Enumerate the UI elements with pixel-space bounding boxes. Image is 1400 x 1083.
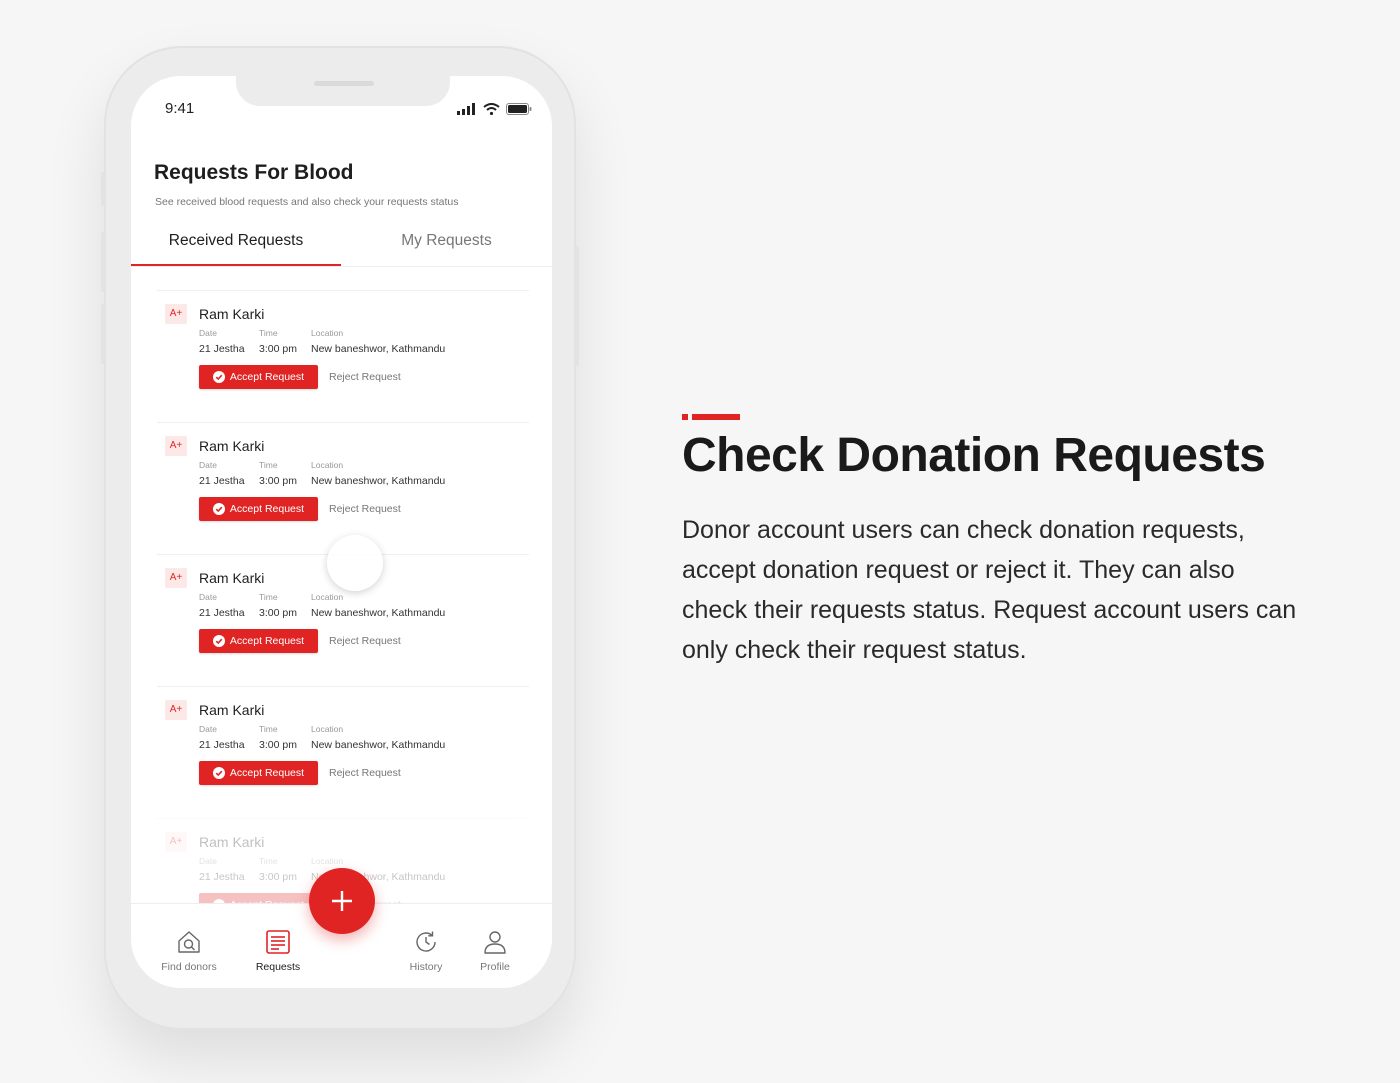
blood-group-badge: A+ [165,436,187,456]
reject-request-button[interactable]: Reject Request [329,629,401,653]
date-value: 21 Jestha [199,343,245,355]
nav-label: Requests [255,961,301,973]
request-tabs: Received Requests My Requests [131,226,552,267]
location-label: Location [311,856,344,866]
check-circle-icon [212,635,225,647]
location-value: New baneshwor, Kathmandu [311,607,446,619]
accent-bar [692,414,740,420]
time-value: 3:00 pm [259,607,297,619]
time-label: Time [259,328,278,338]
signal-icon [457,103,475,115]
location-value: New baneshwor, Kathmandu [311,343,446,355]
tab-my-requests[interactable]: My Requests [341,226,552,264]
phone-volume-up [101,232,105,292]
battery-icon [506,103,532,115]
request-card: A+ Ram Karki Date Time Location 21 Jesth… [157,686,529,818]
date-value: 21 Jestha [199,607,245,619]
accept-request-label: Accept Request [229,371,305,383]
reject-request-button[interactable]: Reject Request [329,365,401,389]
accept-request-button[interactable]: Accept Request [199,497,318,521]
time-value: 3:00 pm [259,475,297,487]
date-label: Date [199,328,217,338]
phone-power-button [575,246,579,366]
nav-label: Profile [480,961,510,973]
blood-group-badge: A+ [165,832,187,852]
wifi-icon [483,103,500,115]
time-label: Time [259,460,278,470]
accept-request-label: Accept Request [229,635,305,647]
requester-name: Ram Karki [199,306,265,322]
plus-icon [332,891,352,911]
tab-received-requests[interactable]: Received Requests [131,226,341,266]
accept-request-button[interactable]: Accept Request [199,761,318,785]
accept-request-label: Accept Request [229,767,305,779]
location-value: New baneshwor, Kathmandu [311,739,446,751]
accept-request-label: Accept Request [229,503,305,515]
location-label: Location [311,460,344,470]
promo-description: Donor account users can check donation r… [682,516,1297,664]
location-label: Location [311,328,344,338]
date-label: Date [199,592,217,602]
nav-label: Find donors [161,961,217,973]
status-icons [457,103,532,115]
time-value: 3:00 pm [259,871,297,883]
time-label: Time [259,724,278,734]
phone-mockup: 9:41 Requests For Blood See received blo… [101,46,579,1030]
accept-request-button[interactable]: Accept Request [199,365,318,389]
phone-notch [236,76,450,106]
accent-dot [682,414,688,420]
time-value: 3:00 pm [259,343,297,355]
time-label: Time [259,856,278,866]
status-time: 9:41 [165,100,195,117]
location-label: Location [311,724,344,734]
accept-request-button[interactable]: Accept Request [199,629,318,653]
request-card: A+ Ram Karki Date Time Location 21 Jesth… [157,290,529,422]
check-circle-icon [212,767,225,779]
speaker-grille [314,81,374,86]
check-circle-icon [212,503,225,515]
home-search-icon [178,931,200,953]
date-label: Date [199,460,217,470]
app-screen: 9:41 Requests For Blood See received blo… [131,76,552,988]
requester-name: Ram Karki [199,570,265,586]
location-label: Location [311,592,344,602]
blood-group-badge: A+ [165,304,187,324]
clock-history-icon [416,931,436,952]
time-label: Time [259,592,278,602]
nav-label: History [409,961,443,973]
nav-requests[interactable]: Requests [238,929,318,973]
time-value: 3:00 pm [259,739,297,751]
tap-ripple [327,535,383,591]
request-list: A+ Ram Karki Date Time Location 21 Jesth… [157,290,529,950]
location-value: New baneshwor, Kathmandu [311,475,446,487]
date-value: 21 Jestha [199,739,245,751]
check-circle-icon [212,371,225,383]
date-label: Date [199,724,217,734]
page-subtitle: See received blood requests and also che… [155,196,459,208]
requester-name: Ram Karki [199,438,265,454]
phone-silent-switch [101,172,105,206]
document-list-icon [266,930,290,954]
nav-history[interactable]: History [386,929,466,973]
promo-headline: Check Donation Requests [682,429,1266,482]
requester-name: Ram Karki [199,702,265,718]
request-card: A+ Ram Karki Date Time Location 21 Jesth… [157,422,529,554]
reject-request-button[interactable]: Reject Request [329,497,401,521]
page-title: Requests For Blood [154,161,354,184]
add-request-button[interactable] [309,868,375,934]
user-icon [484,931,506,954]
blood-group-badge: A+ [165,568,187,588]
nav-find-donors[interactable]: Find donors [149,929,229,973]
date-value: 21 Jestha [199,871,245,883]
date-label: Date [199,856,217,866]
blood-group-badge: A+ [165,700,187,720]
reject-request-button[interactable]: Reject Request [329,761,401,785]
headline-accent [682,414,740,420]
phone-volume-down [101,304,105,364]
requester-name: Ram Karki [199,834,265,850]
date-value: 21 Jestha [199,475,245,487]
nav-profile[interactable]: Profile [455,929,535,973]
